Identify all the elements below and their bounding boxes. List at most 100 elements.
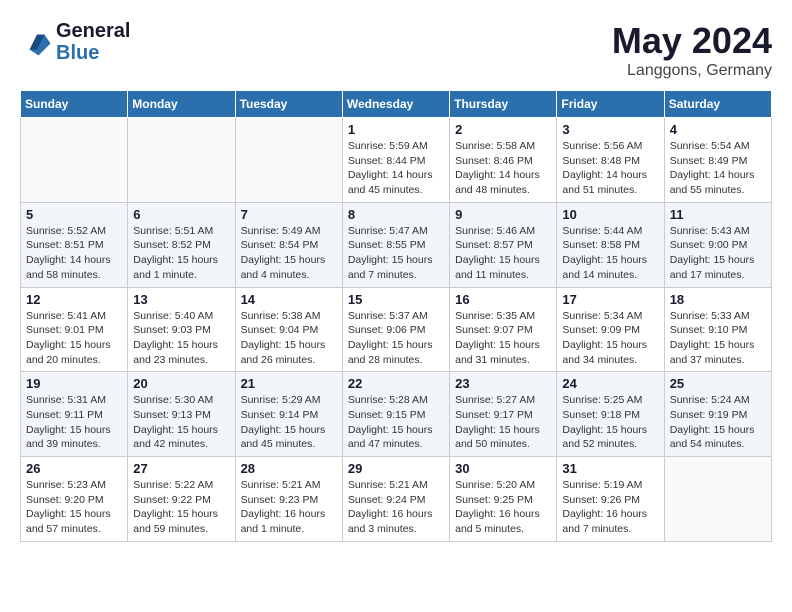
day-number: 6 xyxy=(133,207,229,222)
day-number: 13 xyxy=(133,292,229,307)
calendar-cell: 6 Sunrise: 5:51 AMSunset: 8:52 PMDaylight… xyxy=(128,202,235,287)
calendar-cell: 12 Sunrise: 5:41 AMSunset: 9:01 PMDayligh… xyxy=(21,287,128,372)
day-number: 18 xyxy=(670,292,766,307)
day-number: 1 xyxy=(348,122,444,137)
day-number: 31 xyxy=(562,461,658,476)
day-info: Sunrise: 5:21 AMSunset: 9:24 PMDaylight:… xyxy=(348,478,444,537)
location-subtitle: Langgons, Germany xyxy=(612,62,772,80)
calendar-cell: 5Sunrise: 5:52 AMSunset: 8:51 PMDaylight… xyxy=(21,202,128,287)
day-info: Sunrise: 5:59 AMSunset: 8:44 PMDaylight:… xyxy=(348,139,444,198)
day-number: 30 xyxy=(455,461,551,476)
day-info: Sunrise: 5:30 AMSunset: 9:13 PMDaylight:… xyxy=(133,393,229,452)
calendar-cell: 13 Sunrise: 5:40 AMSunset: 9:03 PMDayligh… xyxy=(128,287,235,372)
calendar-cell: 15Sunrise: 5:37 AMSunset: 9:06 PMDayligh… xyxy=(342,287,449,372)
day-info: Sunrise: 5:23 AMSunset: 9:20 PMDaylight:… xyxy=(26,478,122,537)
calendar-cell: 21 Sunrise: 5:29 AMSunset: 9:14 PMDayligh… xyxy=(235,372,342,457)
calendar-cell: 2 Sunrise: 5:58 AMSunset: 8:46 PMDaylight… xyxy=(450,118,557,203)
weekday-header-monday: Monday xyxy=(128,91,235,118)
day-number: 26 xyxy=(26,461,122,476)
day-number: 23 xyxy=(455,376,551,391)
calendar-cell: 30 Sunrise: 5:20 AMSunset: 9:25 PMDayligh… xyxy=(450,457,557,542)
calendar-cell: 28 Sunrise: 5:21 AMSunset: 9:23 PMDayligh… xyxy=(235,457,342,542)
day-number: 28 xyxy=(241,461,337,476)
day-number: 27 xyxy=(133,461,229,476)
calendar-cell: 1 Sunrise: 5:59 AMSunset: 8:44 PMDaylight… xyxy=(342,118,449,203)
day-info: Sunrise: 5:51 AMSunset: 8:52 PMDaylight:… xyxy=(133,224,229,283)
day-info: Sunrise: 5:49 AMSunset: 8:54 PMDaylight:… xyxy=(241,224,337,283)
day-number: 20 xyxy=(133,376,229,391)
day-info: Sunrise: 5:58 AMSunset: 8:46 PMDaylight:… xyxy=(455,139,551,198)
day-number: 12 xyxy=(26,292,122,307)
day-info: Sunrise: 5:20 AMSunset: 9:25 PMDaylight:… xyxy=(455,478,551,537)
calendar-cell xyxy=(21,118,128,203)
day-info: Sunrise: 5:29 AMSunset: 9:14 PMDaylight:… xyxy=(241,393,337,452)
day-info: Sunrise: 5:21 AMSunset: 9:23 PMDaylight:… xyxy=(241,478,337,537)
weekday-header-thursday: Thursday xyxy=(450,91,557,118)
day-number: 29 xyxy=(348,461,444,476)
calendar-cell xyxy=(664,457,771,542)
day-number: 14 xyxy=(241,292,337,307)
day-info: Sunrise: 5:54 AMSunset: 8:49 PMDaylight:… xyxy=(670,139,766,198)
calendar-cell: 8Sunrise: 5:47 AMSunset: 8:55 PMDaylight… xyxy=(342,202,449,287)
day-number: 2 xyxy=(455,122,551,137)
day-info: Sunrise: 5:24 AMSunset: 9:19 PMDaylight:… xyxy=(670,393,766,452)
logo-general: General xyxy=(56,20,130,42)
calendar-cell: 16 Sunrise: 5:35 AMSunset: 9:07 PMDayligh… xyxy=(450,287,557,372)
day-info: Sunrise: 5:43 AMSunset: 9:00 PMDaylight:… xyxy=(670,224,766,283)
calendar-cell xyxy=(128,118,235,203)
day-number: 16 xyxy=(455,292,551,307)
calendar-cell: 14 Sunrise: 5:38 AMSunset: 9:04 PMDayligh… xyxy=(235,287,342,372)
calendar-cell: 25Sunrise: 5:24 AMSunset: 9:19 PMDayligh… xyxy=(664,372,771,457)
logo-blue: Blue xyxy=(56,42,130,64)
day-info: Sunrise: 5:41 AMSunset: 9:01 PMDaylight:… xyxy=(26,309,122,368)
calendar-week-3: 12 Sunrise: 5:41 AMSunset: 9:01 PMDayligh… xyxy=(21,287,772,372)
calendar-cell: 31 Sunrise: 5:19 AMSunset: 9:26 PMDayligh… xyxy=(557,457,664,542)
day-number: 22 xyxy=(348,376,444,391)
day-number: 21 xyxy=(241,376,337,391)
weekday-header-sunday: Sunday xyxy=(21,91,128,118)
day-info: Sunrise: 5:46 AMSunset: 8:57 PMDaylight:… xyxy=(455,224,551,283)
day-info: Sunrise: 5:33 AMSunset: 9:10 PMDaylight:… xyxy=(670,309,766,368)
day-info: Sunrise: 5:19 AMSunset: 9:26 PMDaylight:… xyxy=(562,478,658,537)
calendar-header: SundayMondayTuesdayWednesdayThursdayFrid… xyxy=(21,91,772,118)
calendar-cell: 20 Sunrise: 5:30 AMSunset: 9:13 PMDayligh… xyxy=(128,372,235,457)
calendar-week-4: 19 Sunrise: 5:31 AMSunset: 9:11 PMDayligh… xyxy=(21,372,772,457)
calendar-cell: 27 Sunrise: 5:22 AMSunset: 9:22 PMDayligh… xyxy=(128,457,235,542)
day-number: 24 xyxy=(562,376,658,391)
logo: General Blue xyxy=(20,20,130,64)
day-number: 8 xyxy=(348,207,444,222)
day-info: Sunrise: 5:56 AMSunset: 8:48 PMDaylight:… xyxy=(562,139,658,198)
day-info: Sunrise: 5:27 AMSunset: 9:17 PMDaylight:… xyxy=(455,393,551,452)
day-info: Sunrise: 5:40 AMSunset: 9:03 PMDaylight:… xyxy=(133,309,229,368)
calendar-cell: 19 Sunrise: 5:31 AMSunset: 9:11 PMDayligh… xyxy=(21,372,128,457)
calendar-cell: 10Sunrise: 5:44 AMSunset: 8:58 PMDayligh… xyxy=(557,202,664,287)
day-number: 15 xyxy=(348,292,444,307)
calendar-cell: 4Sunrise: 5:54 AMSunset: 8:49 PMDaylight… xyxy=(664,118,771,203)
day-info: Sunrise: 5:38 AMSunset: 9:04 PMDaylight:… xyxy=(241,309,337,368)
page-header: General Blue May 2024 Langgons, Germany xyxy=(20,20,772,80)
day-number: 3 xyxy=(562,122,658,137)
weekday-header-tuesday: Tuesday xyxy=(235,91,342,118)
day-info: Sunrise: 5:35 AMSunset: 9:07 PMDaylight:… xyxy=(455,309,551,368)
calendar-table: SundayMondayTuesdayWednesdayThursdayFrid… xyxy=(20,90,772,542)
calendar-cell: 7Sunrise: 5:49 AMSunset: 8:54 PMDaylight… xyxy=(235,202,342,287)
calendar-cell: 24Sunrise: 5:25 AMSunset: 9:18 PMDayligh… xyxy=(557,372,664,457)
calendar-week-1: 1 Sunrise: 5:59 AMSunset: 8:44 PMDaylight… xyxy=(21,118,772,203)
calendar-cell: 17 Sunrise: 5:34 AMSunset: 9:09 PMDayligh… xyxy=(557,287,664,372)
day-info: Sunrise: 5:34 AMSunset: 9:09 PMDaylight:… xyxy=(562,309,658,368)
day-info: Sunrise: 5:52 AMSunset: 8:51 PMDaylight:… xyxy=(26,224,122,283)
day-info: Sunrise: 5:31 AMSunset: 9:11 PMDaylight:… xyxy=(26,393,122,452)
day-number: 17 xyxy=(562,292,658,307)
day-number: 19 xyxy=(26,376,122,391)
day-info: Sunrise: 5:22 AMSunset: 9:22 PMDaylight:… xyxy=(133,478,229,537)
calendar-cell: 26 Sunrise: 5:23 AMSunset: 9:20 PMDayligh… xyxy=(21,457,128,542)
title-area: May 2024 Langgons, Germany xyxy=(612,20,772,80)
day-info: Sunrise: 5:28 AMSunset: 9:15 PMDaylight:… xyxy=(348,393,444,452)
weekday-header-wednesday: Wednesday xyxy=(342,91,449,118)
day-number: 9 xyxy=(455,207,551,222)
calendar-cell: 9 Sunrise: 5:46 AMSunset: 8:57 PMDaylight… xyxy=(450,202,557,287)
calendar-cell: 23 Sunrise: 5:27 AMSunset: 9:17 PMDayligh… xyxy=(450,372,557,457)
calendar-week-5: 26 Sunrise: 5:23 AMSunset: 9:20 PMDayligh… xyxy=(21,457,772,542)
calendar-cell: 22 Sunrise: 5:28 AMSunset: 9:15 PMDayligh… xyxy=(342,372,449,457)
calendar-cell: 18 Sunrise: 5:33 AMSunset: 9:10 PMDayligh… xyxy=(664,287,771,372)
